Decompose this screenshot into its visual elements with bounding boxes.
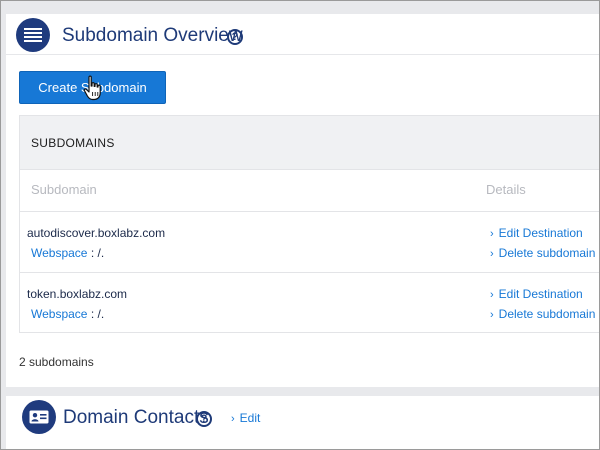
delete-subdomain-link[interactable]: › Delete subdomain <box>490 307 595 321</box>
chevron-right-icon: › <box>490 309 494 321</box>
chevron-right-icon: › <box>490 228 494 240</box>
section-title: Domain Contacts <box>63 407 209 428</box>
help-icon[interactable]: ? <box>196 411 212 427</box>
webspace-info: Webspace : /. <box>31 246 104 260</box>
subdomain-name: autodiscover.boxlabz.com <box>27 226 166 240</box>
subdomain-count: 2 subdomains <box>19 355 94 369</box>
domain-contacts-panel: Domain Contacts ? › Edit <box>6 396 600 450</box>
webspace-path: : /. <box>87 246 105 260</box>
table-row: autodiscover.boxlabz.com Webspace : /. ›… <box>20 212 600 273</box>
table-row: token.boxlabz.com Webspace : /. › Edit De… <box>20 273 600 334</box>
edit-destination-link[interactable]: › Edit Destination <box>490 226 583 240</box>
subdomain-name: token.boxlabz.com <box>27 287 128 301</box>
contact-card-icon <box>22 400 56 434</box>
subdomain-overview-panel: Subdomain Overview ? Create Subdomain SU… <box>6 14 600 387</box>
table-heading: SUBDOMAINS <box>20 116 600 170</box>
hand-pointer-icon <box>83 75 101 101</box>
webspace-info: Webspace : /. <box>31 307 104 321</box>
list-lines-icon <box>16 18 50 52</box>
chevron-right-icon: › <box>490 248 494 260</box>
subdomains-table: SUBDOMAINS Subdomain Details autodiscove… <box>19 115 600 333</box>
column-header-details: Details <box>486 182 526 197</box>
edit-contacts-link[interactable]: › Edit <box>231 411 260 425</box>
edit-destination-link[interactable]: › Edit Destination <box>490 287 583 301</box>
divider <box>6 54 600 55</box>
webspace-link[interactable]: Webspace <box>31 246 87 260</box>
chevron-right-icon: › <box>490 289 494 301</box>
delete-subdomain-link[interactable]: › Delete subdomain <box>490 246 595 260</box>
column-header-subdomain: Subdomain <box>31 182 97 197</box>
webspace-link[interactable]: Webspace <box>31 307 87 321</box>
webspace-path: : /. <box>87 307 105 321</box>
page-title: Subdomain Overview <box>62 25 243 46</box>
chevron-right-icon: › <box>231 413 235 425</box>
help-icon[interactable]: ? <box>227 29 243 45</box>
column-headers: Subdomain Details <box>20 170 600 212</box>
